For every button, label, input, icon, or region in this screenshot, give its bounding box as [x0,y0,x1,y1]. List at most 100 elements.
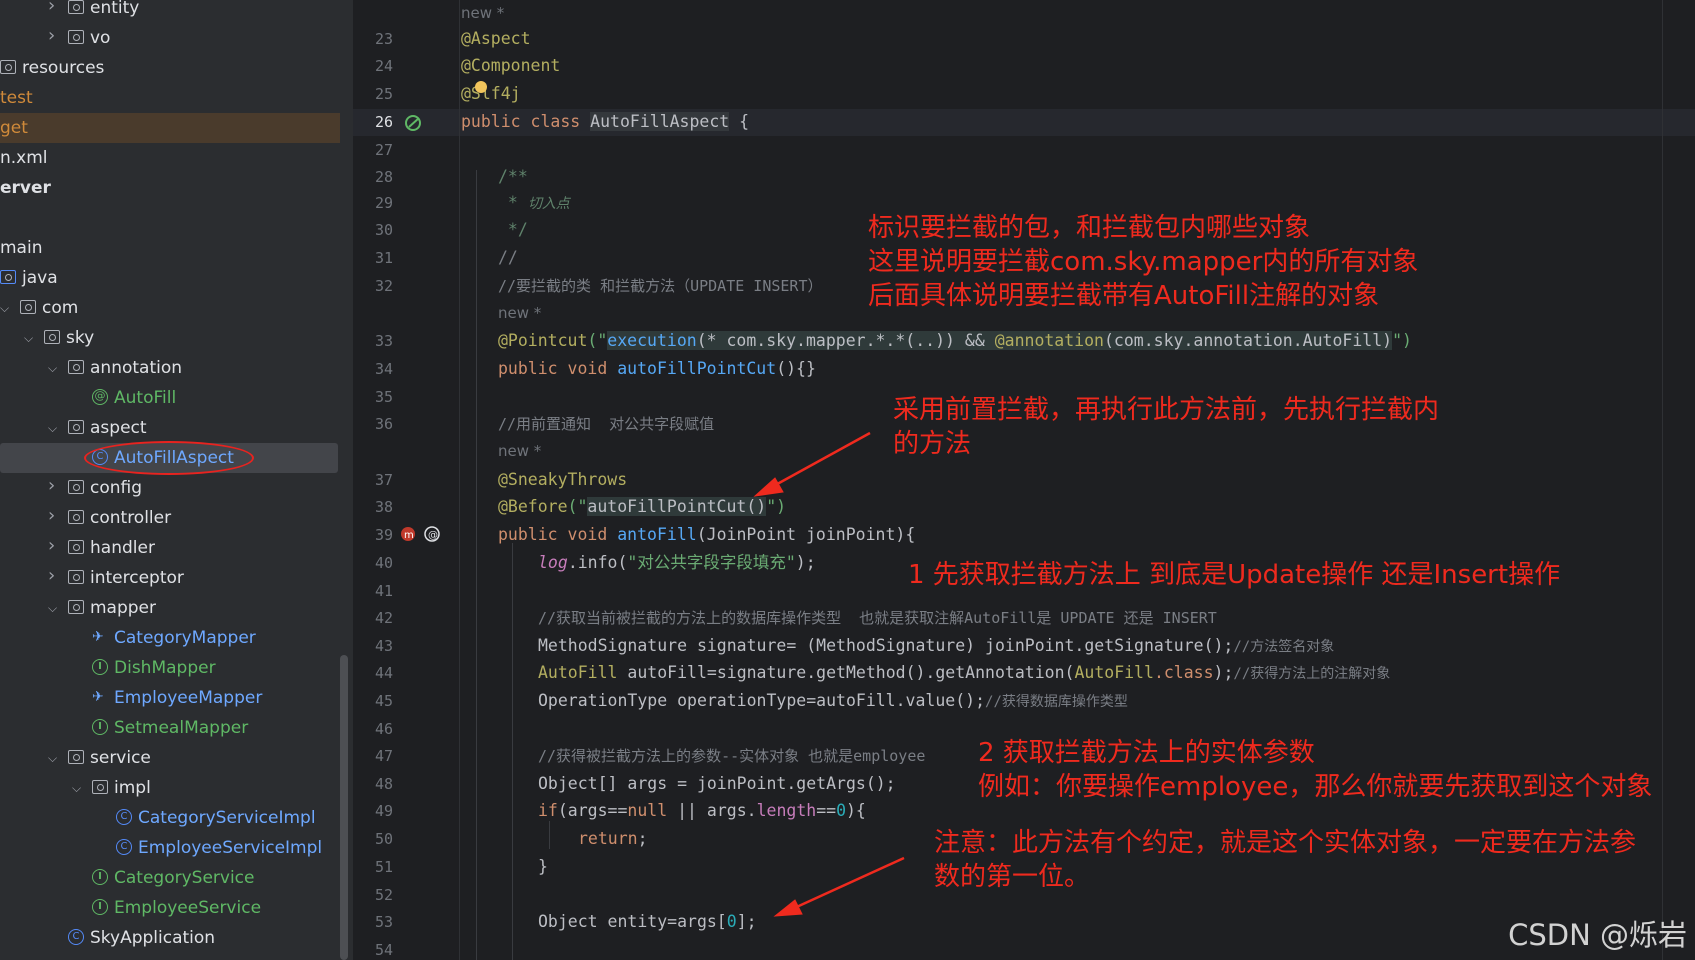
code-line-30: */ [498,220,528,239]
tree-item[interactable]: resources [0,53,340,83]
chevron-down-icon[interactable]: ⌵ [72,782,82,794]
tree-item[interactable]: I SetmealMapper [0,713,340,743]
chevron-down-icon[interactable]: ⌵ [48,752,58,764]
code-line-36: //用前置通知 对公共字段赋值 [498,415,715,433]
tree-item[interactable]: › config [0,473,340,503]
tree-item-label: annotation [90,358,183,378]
tree-item-label: vo [90,28,111,48]
code-line-32: //要拦截的类 和拦截方法（UPDATE INSERT） [498,277,823,295]
tree-item[interactable]: @ AutoFill [0,383,340,413]
code-line-38: @Before("autoFillPointCut()") [498,497,787,516]
tree-item[interactable]: I DishMapper [0,653,340,683]
spring-bean-icon[interactable] [403,113,423,133]
line-number: 35 [374,388,393,406]
chevron-right-icon[interactable]: › [48,537,58,555]
tree-item[interactable]: ⌵ com [0,293,340,323]
tree-item[interactable]: erver [0,173,340,203]
tree-item[interactable]: ✈ CategoryMapper [0,623,340,653]
chevron-right-icon[interactable]: › [48,477,58,495]
chevron-down-icon[interactable]: ⌵ [48,602,58,614]
tree-item[interactable]: test [0,83,340,113]
tree-item[interactable]: get [0,113,340,143]
package-folder-icon [92,780,108,794]
tree-item[interactable]: I EmployeeService [0,893,340,923]
tree-item[interactable]: main [0,233,340,263]
tree-item[interactable]: ⌵ mapper [0,593,340,623]
code-line-53: Object entity=args[0]; [538,912,757,931]
chevron-right-icon[interactable]: › [48,567,58,585]
code-line-40: log.info("对公共字段字段填充"); [538,553,816,572]
line-number: 25 [374,85,393,103]
tree-item-label: resources [22,58,105,78]
chevron-down-icon[interactable]: ⌵ [0,302,10,314]
tree-item[interactable]: › vo [0,23,340,53]
project-tree[interactable]: › entity › vo resources test get n.xml erver main… [0,0,353,960]
line-number: 53 [374,913,393,931]
line-number: 28 [374,168,393,186]
advice-gutter-icons[interactable]: m @ [399,524,443,546]
tree-item-label: handler [90,538,155,558]
line-number: 24 [374,57,393,75]
code-line-39: public void antoFill(JoinPoint joinPoint… [498,525,916,544]
chevron-right-icon[interactable]: › [48,27,58,45]
highlight-ellipse [84,441,254,475]
tree-item[interactable]: n.xml [0,143,340,173]
tree-item[interactable]: ⌵ service [0,743,340,773]
tree-item-label: interceptor [90,568,184,588]
line-number: 39 [374,526,393,544]
tree-item[interactable]: ⌵ aspect [0,413,340,443]
chevron-down-icon[interactable]: ⌵ [48,362,58,374]
tree-item-label: sky [66,328,95,348]
tree-item[interactable]: ⌵ sky [0,323,340,353]
code-line-45: OperationType operationType=autoFill.val… [538,691,1128,710]
tree-item[interactable]: › interceptor [0,563,340,593]
mapper-icon: ✈ [92,629,104,645]
package-folder-icon [68,360,84,374]
chevron-down-icon[interactable]: ⌵ [24,332,34,344]
tree-item[interactable]: › handler [0,533,340,563]
package-folder-icon [68,750,84,764]
line-number: 40 [374,554,393,572]
tree-item[interactable]: C CategoryServiceImpl [0,803,340,833]
chevron-down-icon[interactable]: ⌵ [48,422,58,434]
mapper-icon: ✈ [92,689,104,705]
line-number: 50 [374,830,393,848]
interface-icon: I [92,719,108,735]
tree-item[interactable]: I CategoryService [0,863,340,893]
chevron-right-icon[interactable]: › [48,0,58,15]
codelens-hint: new * [461,4,505,22]
class-icon: C [116,839,132,855]
tree-item-label: EmployeeService [114,898,262,918]
tree-item[interactable]: C SkyApplication [0,923,340,953]
tree-item[interactable]: › entity [0,0,340,23]
tree-item[interactable]: java [0,263,340,293]
tree-item[interactable]: C EmployeeServiceImpl [0,833,340,863]
tree-item-label: SkyApplication [90,928,216,948]
tree-item[interactable]: ⌵ annotation [0,353,340,383]
interface-icon: I [92,659,108,675]
code-editor[interactable]: new * 23 @Aspect 24 @Component 25 @Slf4j… [353,0,1695,960]
code-line-42: //获取当前被拦截的方法上的数据库操作类型 也就是获取注解AutoFill是 U… [538,609,1217,627]
line-number: 31 [374,249,393,267]
annotation-note-step2: 2 获取拦截方法上的实体参数 例如：你要操作employee，那么你就要先获取到这… [978,738,1653,802]
interface-icon: I [92,899,108,915]
bulb-icon[interactable] [475,81,487,93]
gutter-divider [459,0,460,960]
tree-item[interactable]: › controller [0,503,340,533]
line-number: 43 [374,637,393,655]
annotation-icon: @ [92,389,108,405]
tree-item-label: com [42,298,79,318]
code-line-23: @Aspect [461,29,531,48]
class-icon: C [116,809,132,825]
tree-item-label: n.xml [0,148,48,168]
scrollbar[interactable] [340,655,348,960]
line-number: 29 [374,194,393,212]
interface-icon: I [92,869,108,885]
line-number: 46 [374,720,393,738]
tree-item[interactable]: ⌵ impl [0,773,340,803]
package-folder-icon [68,30,84,44]
line-number: 51 [374,858,393,876]
tree-item[interactable]: ✈ EmployeeMapper [0,683,340,713]
chevron-right-icon[interactable]: › [48,507,58,525]
tree-item-label: test [0,88,33,108]
